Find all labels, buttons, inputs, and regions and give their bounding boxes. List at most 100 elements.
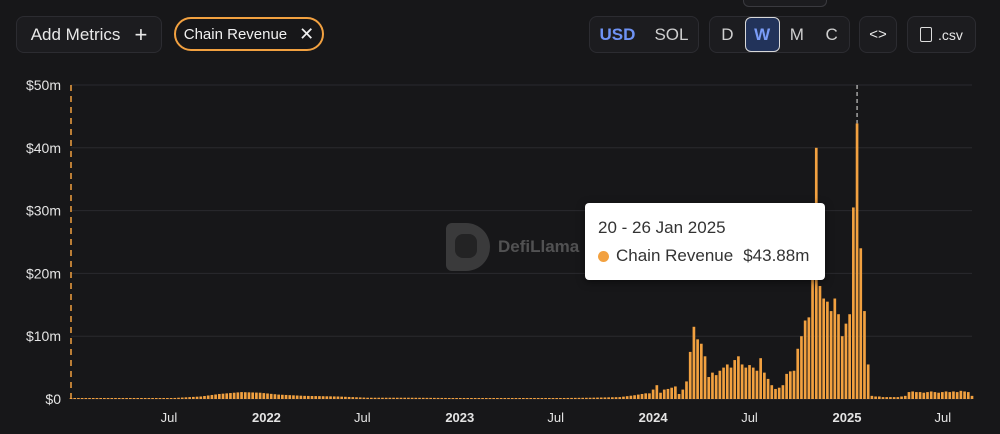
revenue-bar (273, 394, 277, 399)
revenue-bar (566, 397, 570, 399)
revenue-bar (318, 396, 321, 399)
add-metrics-button[interactable]: Add Metrics + (16, 16, 162, 53)
revenue-bar (688, 351, 692, 399)
revenue-bar (725, 364, 729, 399)
revenue-bar (903, 395, 907, 399)
revenue-bar (592, 397, 596, 399)
metric-chip-chain-revenue[interactable]: Chain Revenue ✕ (174, 17, 324, 51)
revenue-bar (933, 392, 937, 399)
revenue-bar (948, 392, 952, 399)
revenue-bar (229, 393, 232, 399)
granularity-option-weekly[interactable]: W (744, 17, 780, 52)
revenue-bar (833, 298, 837, 399)
revenue-bar (395, 397, 399, 399)
revenue-bar (729, 367, 733, 399)
revenue-bar (114, 398, 117, 399)
revenue-bar (536, 398, 540, 399)
revenue-bar (299, 395, 303, 399)
revenue-bar (737, 356, 740, 399)
revenue-bar (659, 392, 662, 399)
revenue-bar (911, 391, 915, 399)
revenue-bar (306, 395, 310, 399)
revenue-bar (355, 397, 358, 399)
revenue-bar (866, 364, 870, 399)
revenue-bar (418, 397, 421, 399)
add-metrics-label: Add Metrics (30, 24, 121, 44)
revenue-bar (192, 396, 195, 399)
granularity-option-daily[interactable]: D (710, 17, 745, 52)
revenue-bar (110, 398, 114, 399)
x-tick-label: 2023 (445, 410, 474, 425)
revenue-bar (321, 396, 325, 399)
chart-toolbar: Add Metrics + Chain Revenue ✕ USD SOL D … (0, 0, 1000, 70)
revenue-bar (366, 397, 369, 399)
revenue-bar (136, 398, 140, 399)
revenue-bar (662, 389, 666, 399)
revenue-bar (88, 398, 91, 399)
revenue-bar (132, 398, 136, 399)
revenue-bar (796, 348, 800, 399)
revenue-bar (941, 392, 944, 399)
currency-option-sol[interactable]: SOL (645, 17, 698, 52)
revenue-bar (236, 392, 240, 399)
revenue-bar (829, 311, 833, 399)
revenue-bar (711, 372, 714, 399)
revenue-bar (295, 395, 299, 399)
revenue-bar (703, 356, 707, 399)
revenue-bar (770, 385, 774, 399)
revenue-bar (785, 373, 788, 399)
revenue-bar (225, 393, 229, 399)
revenue-bar (818, 285, 822, 399)
plus-icon: + (134, 21, 148, 47)
revenue-bar (859, 248, 863, 399)
revenue-bar (421, 397, 425, 399)
revenue-bar (607, 397, 610, 399)
csv-download-button[interactable]: .csv (907, 16, 976, 53)
revenue-bar (440, 397, 444, 399)
granularity-option-monthly[interactable]: M (780, 17, 815, 52)
revenue-bar (573, 397, 577, 399)
revenue-bar (403, 397, 407, 399)
granularity-option-cumulative[interactable]: C (814, 17, 849, 52)
x-tick-label: Jul (547, 410, 564, 425)
revenue-bar (188, 397, 191, 399)
revenue-bar (362, 397, 366, 399)
revenue-bar (803, 320, 807, 399)
revenue-bar (255, 392, 258, 399)
x-tick-label: 2024 (639, 410, 669, 425)
y-tick-label: $50m (26, 77, 61, 93)
revenue-bar (811, 263, 814, 399)
revenue-bar (751, 367, 755, 399)
watermark-text: DefiLlama (498, 237, 580, 256)
revenue-bar (748, 365, 751, 399)
revenue-bar (551, 398, 555, 399)
currency-option-usd[interactable]: USD (590, 17, 645, 52)
revenue-bar (740, 364, 744, 399)
revenue-bar (458, 398, 462, 399)
revenue-bar (462, 398, 466, 399)
revenue-bar (915, 392, 918, 399)
revenue-bar (121, 398, 125, 399)
revenue-bar (970, 395, 974, 399)
x-tick-label: Jul (161, 410, 178, 425)
revenue-bar (514, 398, 518, 399)
granularity-toggle: D W M C (709, 16, 850, 53)
revenue-bar (507, 398, 510, 399)
revenue-bar (151, 398, 154, 399)
y-axis: $0 $10m $20m $30m $40m $50m (26, 77, 61, 407)
revenue-bar (414, 397, 418, 399)
revenue-bar (547, 398, 551, 399)
revenue-bar (633, 395, 636, 399)
revenue-bar (699, 343, 703, 399)
revenue-bar (807, 317, 811, 399)
x-tick-label: 2025 (833, 410, 862, 425)
embed-button[interactable]: <> (859, 16, 897, 53)
revenue-bar (837, 314, 840, 399)
revenue-bar (377, 397, 381, 399)
revenue-bar (470, 398, 473, 399)
close-icon[interactable]: ✕ (299, 25, 314, 43)
revenue-bar (214, 394, 217, 399)
revenue-bar (562, 397, 566, 399)
revenue-bar (840, 336, 844, 399)
revenue-bar (670, 387, 674, 399)
